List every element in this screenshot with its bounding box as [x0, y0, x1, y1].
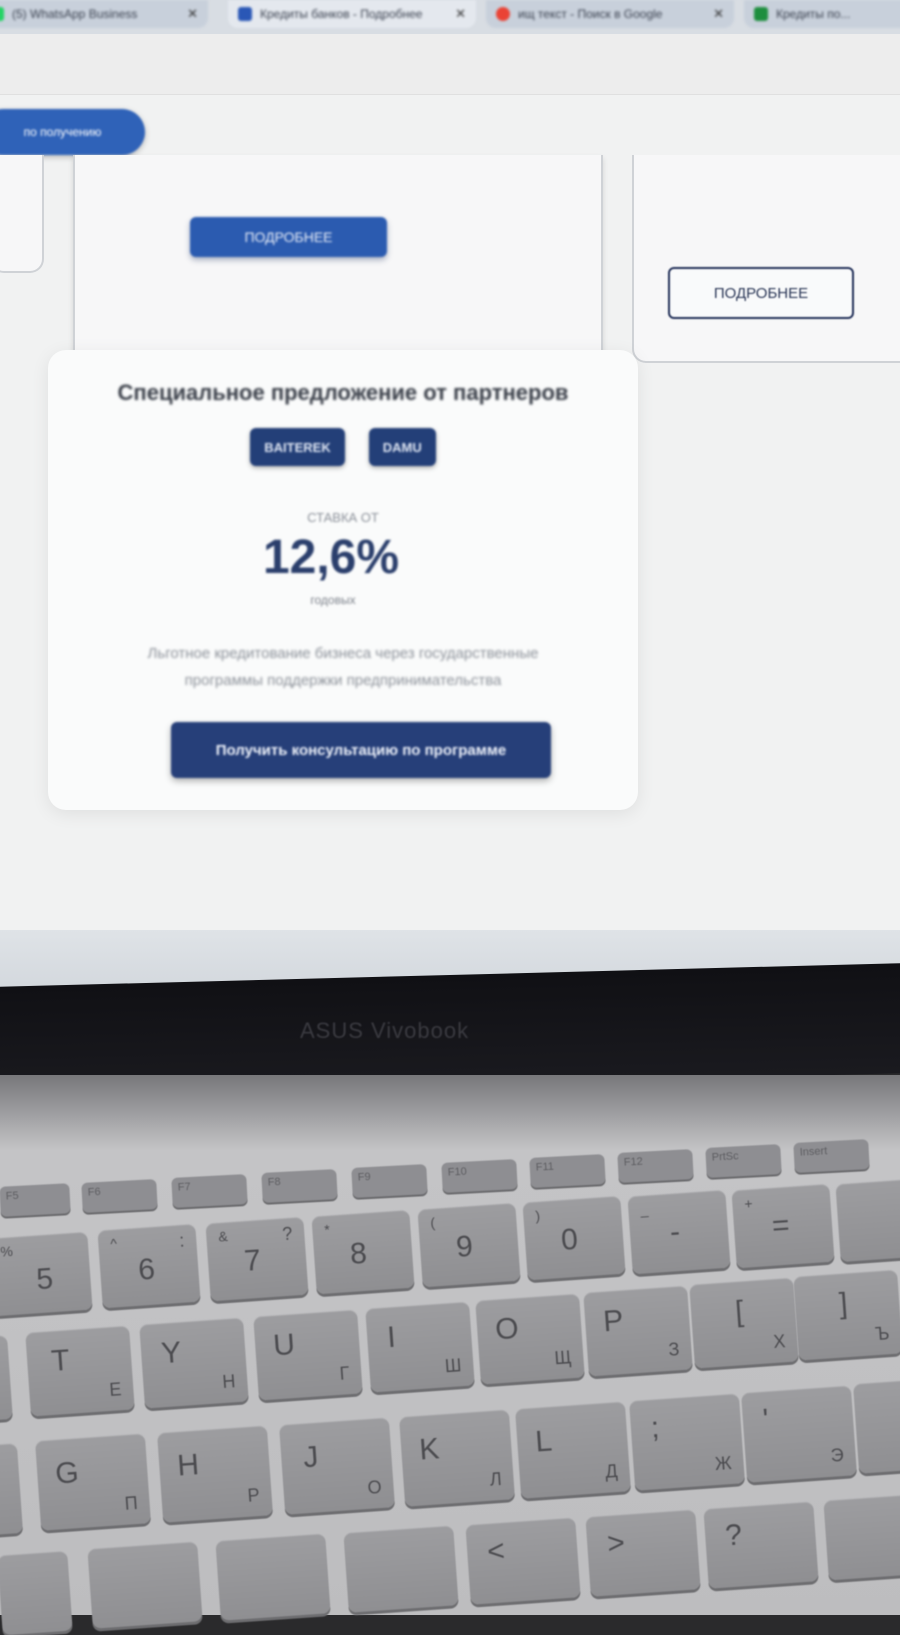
key-quote[interactable]: ' Э [740, 1385, 858, 1483]
key-l[interactable]: L Д [514, 1401, 632, 1499]
key-bracket-left[interactable]: [ Х [689, 1277, 799, 1369]
key-7[interactable]: & 7 ? [205, 1216, 309, 1302]
fn-key[interactable]: F11 [529, 1154, 606, 1188]
pill-button[interactable]: по получению [0, 109, 145, 155]
tab-label: Кредиты банков - Подробнее [260, 7, 423, 21]
page-content: по получению ПОДРОБНЕЕ ПОДРОБНЕЕ Специал… [0, 95, 900, 955]
key-j[interactable]: J О [278, 1417, 396, 1515]
partner-badge-damu[interactable]: DAMU [368, 428, 436, 466]
product-card: ПОДРОБНЕЕ [73, 155, 603, 383]
key-o[interactable]: O Щ [475, 1293, 585, 1385]
fn-key[interactable]: F12 [617, 1149, 694, 1183]
key-9[interactable]: ( 9 [417, 1202, 521, 1288]
browser-tab[interactable]: ищ текст - Поиск в Google ✕ [486, 0, 734, 28]
product-card [0, 155, 44, 273]
offer-description: Льготное кредитование бизнеса через госу… [147, 645, 539, 689]
key-minus[interactable]: _ - [627, 1189, 731, 1275]
browser-toolbar [0, 34, 900, 95]
browser-tab[interactable]: (5) WhatsApp Business ✕ [0, 0, 208, 28]
key-t[interactable]: T Е [25, 1325, 135, 1417]
key-bracket-right[interactable]: ] Ъ [793, 1269, 900, 1361]
key-r[interactable] [0, 1335, 13, 1423]
fn-key[interactable]: PrtSc [705, 1144, 782, 1178]
consultation-button[interactable]: Получить консультацию по программе [171, 722, 551, 778]
key-v[interactable] [87, 1541, 203, 1629]
key-i[interactable]: I Ш [365, 1301, 475, 1393]
key-backspace[interactable] [835, 1177, 900, 1263]
close-icon[interactable]: ✕ [705, 6, 724, 22]
browser-tab[interactable]: Кредиты по... [744, 0, 900, 28]
brand-logo: ASUS Vivobook [300, 1018, 470, 1043]
key-shift-right[interactable] [823, 1493, 900, 1581]
whatsapp-icon [0, 7, 4, 21]
key-b[interactable] [215, 1533, 331, 1621]
key-0[interactable]: ) 0 [522, 1195, 626, 1281]
key-p[interactable]: P З [583, 1285, 693, 1377]
close-icon[interactable]: ✕ [447, 6, 466, 22]
key-f[interactable] [0, 1443, 24, 1537]
fn-key[interactable]: F6 [81, 1179, 158, 1213]
close-icon[interactable]: ✕ [179, 6, 198, 22]
tab-label: (5) WhatsApp Business [12, 7, 138, 21]
laptop-screen: (5) WhatsApp Business ✕ Кредиты банков -… [0, 0, 900, 1000]
key-6[interactable]: ^ 6 : [97, 1223, 201, 1309]
partner-badge-baiterek[interactable]: BAITEREK [250, 428, 345, 466]
key-period[interactable]: > [585, 1509, 701, 1597]
partner-badges: BAITEREK DAMU [48, 428, 638, 466]
tab-label: Кредиты по... [776, 7, 851, 21]
fn-key[interactable]: F5 [0, 1183, 71, 1217]
rate-value: 12,6% [262, 531, 400, 584]
rate-period: годовых [310, 593, 356, 607]
sheets-icon [754, 7, 768, 21]
rate-label: СТАВКА ОТ [307, 510, 379, 525]
key-enter[interactable] [852, 1378, 900, 1474]
bank-icon [238, 7, 252, 21]
key-k[interactable]: K Л [398, 1409, 516, 1507]
key-h[interactable]: H Р [156, 1425, 274, 1523]
partner-offer-card: Специальное предложение от партнеров BAI… [48, 350, 638, 810]
fn-key[interactable]: F8 [261, 1169, 338, 1203]
key-equals[interactable]: + = [731, 1183, 835, 1269]
fn-key[interactable]: F7 [171, 1174, 248, 1208]
details-button[interactable]: ПОДРОБНЕЕ [190, 217, 387, 257]
details-button-outline[interactable]: ПОДРОБНЕЕ [668, 267, 854, 319]
key-u[interactable]: U Г [253, 1309, 363, 1401]
offer-title: Специальное предложение от партнеров [117, 380, 569, 405]
browser-tab-strip: (5) WhatsApp Business ✕ Кредиты банков -… [0, 0, 900, 34]
browser-tab-active[interactable]: Кредиты банков - Подробнее ✕ [228, 0, 476, 28]
keyboard-deck: F5 F6 F7 F8 F9 F10 F11 F12 PrtSc Insert … [0, 1075, 900, 1635]
key-slash[interactable]: ? [703, 1501, 819, 1589]
google-icon [496, 7, 510, 21]
key-8[interactable]: * 8 [311, 1209, 415, 1295]
key-semicolon[interactable]: ; Ж [628, 1393, 746, 1491]
key-c[interactable] [0, 1550, 73, 1635]
key-g[interactable]: G П [34, 1433, 152, 1531]
fn-key[interactable]: F9 [351, 1164, 428, 1198]
tab-label: ищ текст - Поиск в Google [518, 7, 663, 21]
key-5[interactable]: % 5 [0, 1231, 93, 1317]
key-comma[interactable]: < [465, 1517, 581, 1605]
key-y[interactable]: Y Н [139, 1317, 249, 1409]
fn-key[interactable]: F10 [441, 1159, 518, 1193]
product-card [632, 155, 900, 363]
fn-key[interactable]: Insert [793, 1139, 870, 1173]
